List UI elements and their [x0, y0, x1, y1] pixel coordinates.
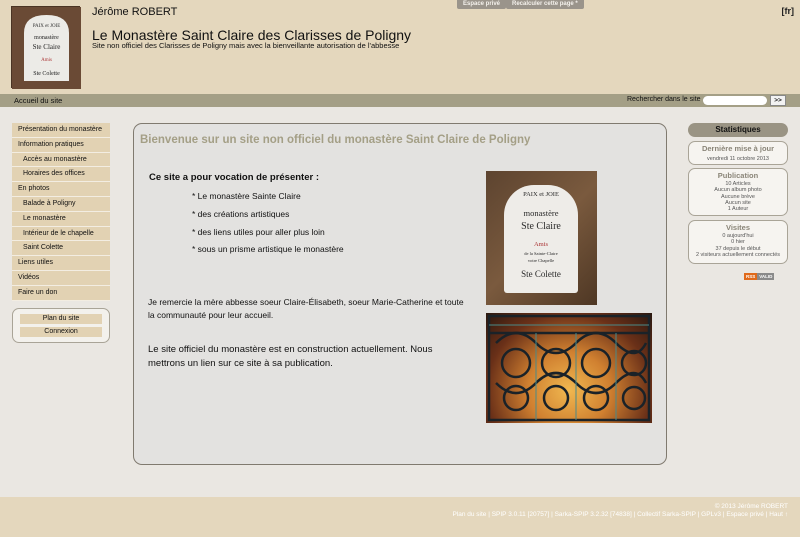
- rss-badge[interactable]: RSS: [744, 273, 758, 280]
- plaque-text-1: monastère: [523, 208, 559, 218]
- intro-heading: Ce site a pour vocation de présenter :: [149, 172, 319, 183]
- menu-item[interactable]: Présentation du monastère: [12, 123, 110, 138]
- copyright: © 2013 Jérôme ROBERT: [714, 503, 788, 510]
- search-label: Rechercher dans le site: [627, 96, 701, 103]
- logo-text-2: Ste Claire: [33, 43, 61, 51]
- site-author: Jérôme ROBERT: [92, 6, 178, 18]
- logo-text-1: monastère: [34, 35, 59, 41]
- visits-box: Visites 0 aujourd'hui 0 hier 37 depuis l…: [688, 220, 788, 264]
- bullet-item: * des liens utiles pour aller plus loin: [192, 227, 325, 237]
- private-space-button[interactable]: Espace privé: [457, 0, 507, 9]
- home-link[interactable]: Accueil du site: [14, 96, 62, 105]
- menu-item[interactable]: Information pratiques: [12, 137, 110, 153]
- plaque-text-top: PAIX et JOIE: [523, 191, 559, 198]
- menu-item[interactable]: Saint Colette: [12, 241, 110, 257]
- menu-item[interactable]: Accès au monastère: [12, 152, 110, 168]
- plaque-photo[interactable]: PAIX et JOIE monastère Ste Claire Amis d…: [486, 171, 597, 305]
- plaque-text-3: Amis: [533, 241, 549, 248]
- bullet-item: * des créations artistiques: [192, 209, 290, 219]
- stats-header: Statistiques: [688, 123, 788, 137]
- menu-item[interactable]: En photos: [12, 182, 110, 197]
- publication-box: Publication 10 Articles Aucun album phot…: [688, 168, 788, 216]
- main-content: Bienvenue sur un site non officiel du mo…: [133, 123, 667, 465]
- visits-title: Visites: [725, 223, 751, 232]
- nav-bar: Accueil du site Rechercher dans le site …: [0, 94, 800, 107]
- visits-item: 2 visiteurs actuellement connectés: [695, 251, 781, 258]
- bullet-item: * Le monastère Sainte Claire: [192, 191, 301, 201]
- logo-text-4: Ste Colette: [33, 71, 60, 77]
- bullet-item: * sous un prisme artistique le monastère: [192, 244, 344, 254]
- valid-badge[interactable]: VALID: [757, 273, 775, 280]
- plaque-text-2: Ste Claire: [521, 221, 561, 232]
- search-input[interactable]: [703, 96, 767, 105]
- grille-ironwork: [487, 314, 651, 422]
- plaque-text-4: de la Sainte-Claire: [524, 251, 558, 256]
- plaque-text-5: votre Chapelle: [527, 258, 555, 263]
- last-update-title: Dernière mise à jour: [701, 144, 775, 153]
- site-header: PAIX et JOIE monastère Ste Claire Amis S…: [0, 0, 800, 94]
- recalc-page-button[interactable]: Recalculer cette page *: [506, 0, 584, 9]
- site-logo[interactable]: PAIX et JOIE monastère Ste Claire Amis S…: [11, 6, 81, 89]
- language-link[interactable]: [fr]: [782, 6, 795, 16]
- menu-item[interactable]: Horaires des offices: [12, 167, 110, 183]
- grille-photo[interactable]: [486, 313, 652, 423]
- logo-plaque-image: PAIX et JOIE monastère Ste Claire Amis S…: [12, 7, 81, 89]
- menu-item[interactable]: Intérieur de le chapelle: [12, 226, 110, 242]
- page-title: Bienvenue sur un site non officiel du mo…: [140, 134, 531, 146]
- thanks-paragraph: Je remercie la mère abbesse soeur Claire…: [148, 297, 464, 320]
- user-box: Plan du site Connexion: [12, 308, 110, 343]
- official-paragraph: Le site officiel du monastère est en con…: [148, 344, 433, 369]
- last-update-date: vendredi 11 octobre 2013: [707, 156, 769, 162]
- publication-list: 10 Articles Aucun album photo Aucune brè…: [689, 180, 787, 212]
- menu-item[interactable]: Faire un don: [12, 285, 110, 301]
- sitemap-button[interactable]: Plan du site: [20, 314, 102, 324]
- login-button[interactable]: Connexion: [20, 327, 102, 337]
- site-slogan: Site non officiel des Clarisses de Polig…: [92, 41, 400, 50]
- menu-item[interactable]: Balade à Poligny: [12, 196, 110, 212]
- menu-item[interactable]: Le monastère: [12, 211, 110, 227]
- search-button[interactable]: >>: [770, 95, 786, 106]
- site-footer: © 2013 Jérôme ROBERT Plan du site | SPIP…: [0, 497, 800, 537]
- publication-title: Publication: [717, 171, 759, 180]
- left-menu: Présentation du monastère Information pra…: [12, 123, 110, 301]
- visits-list: 0 aujourd'hui 0 hier 37 depuis le début …: [689, 232, 787, 258]
- plaque-text-6: Ste Colette: [521, 269, 561, 279]
- badges: RSS VALID: [744, 273, 775, 280]
- plaque-surface: PAIX et JOIE monastère Ste Claire Amis d…: [504, 185, 578, 293]
- menu-item[interactable]: Liens utiles: [12, 256, 110, 271]
- footer-links[interactable]: Plan du site | SPIP 3.0.11 [20757] | Sar…: [452, 511, 788, 518]
- logo-text-top: PAIX et JOIE: [33, 24, 61, 29]
- publication-item: 1 Auteur: [727, 206, 749, 213]
- menu-item[interactable]: Vidéos: [12, 270, 110, 286]
- logo-text-3: Amis: [41, 58, 52, 63]
- last-update-box: Dernière mise à jour vendredi 11 octobre…: [688, 141, 788, 165]
